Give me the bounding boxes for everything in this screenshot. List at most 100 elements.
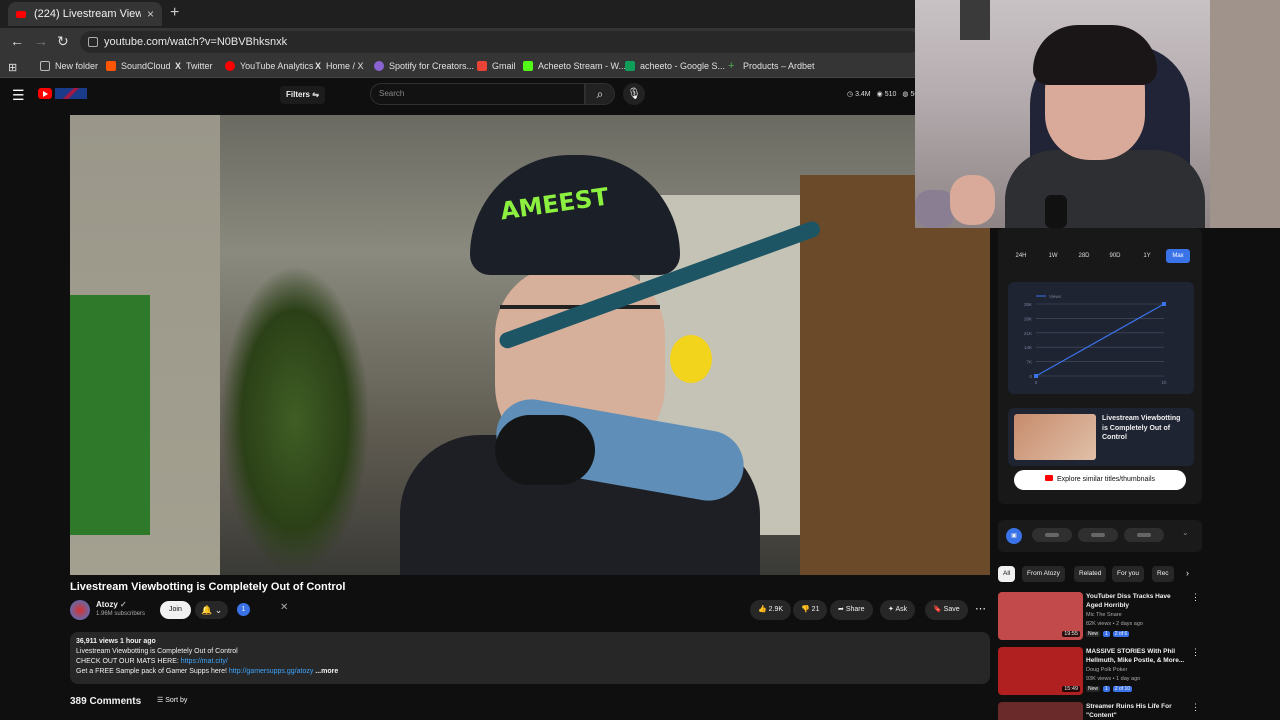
range-max[interactable]: Max bbox=[1166, 249, 1190, 263]
bookmark-ardbet[interactable]: + Products – Ardbet bbox=[728, 61, 815, 72]
chart-y-tick-label: 0 bbox=[1029, 374, 1032, 379]
new-tab-button[interactable]: + bbox=[170, 4, 179, 22]
related-channel: Doug Polk Poker bbox=[1086, 667, 1128, 673]
spotify-icon bbox=[374, 61, 384, 71]
share-label: Share bbox=[845, 606, 865, 613]
extension-pill-2[interactable] bbox=[1078, 528, 1118, 542]
bookmark-label: acheeto - Google S... bbox=[640, 61, 726, 71]
related-tags: New 1 2 of 6 bbox=[1086, 631, 1130, 637]
related-thumbnail[interactable]: 19:55 bbox=[998, 592, 1083, 640]
chart-x-tick-label: 0 bbox=[1035, 380, 1038, 385]
chevron-right-icon[interactable]: › bbox=[1186, 568, 1189, 578]
related-video[interactable]: 15:49 MASSIVE STORIES With Phil Hellmuth… bbox=[998, 647, 1200, 697]
related-video[interactable]: Streamer Ruins His Life For "Content" ⋮ bbox=[998, 702, 1198, 720]
description-more[interactable]: ...more bbox=[315, 668, 338, 675]
bookmark-new-folder[interactable]: New folder bbox=[40, 61, 98, 71]
views-chart-svg: 0 7K 14K 21K 28K 35K 0 1h Views bbox=[1024, 294, 1167, 385]
webcam-scene-shelf bbox=[960, 0, 990, 40]
browser-tab[interactable]: (224) Livestream Viewbotting is × bbox=[8, 2, 162, 26]
filters-button[interactable]: Filters ⇋ bbox=[280, 86, 325, 104]
search-icon: ⌕ bbox=[596, 87, 604, 101]
range-1w[interactable]: 1W bbox=[1042, 249, 1064, 263]
subscriber-count: 1.96M subscribers bbox=[96, 611, 146, 617]
more-options-icon[interactable]: ⋮ bbox=[1191, 702, 1198, 713]
bookmark-label: Twitter bbox=[186, 61, 213, 71]
bookmark-spotify-creators[interactable]: Spotify for Creators... bbox=[374, 61, 474, 71]
save-button[interactable]: 🔖 Save bbox=[925, 600, 968, 620]
description-box[interactable]: 36,911 views 1 hour ago Livestream Viewb… bbox=[70, 632, 990, 684]
tag-new: New bbox=[1086, 686, 1101, 692]
bookmark-twitter[interactable]: X Twitter bbox=[175, 61, 213, 71]
chip-recent[interactable]: Rec bbox=[1152, 566, 1174, 582]
range-1y[interactable]: 1Y bbox=[1136, 249, 1158, 263]
youtube-logo[interactable] bbox=[38, 88, 52, 99]
forward-icon[interactable]: → bbox=[34, 33, 48, 49]
bookmark-soundcloud[interactable]: SoundCloud bbox=[106, 61, 171, 71]
analytics-video-card[interactable]: Livestream Viewbotting is Completely Out… bbox=[1008, 408, 1194, 466]
close-icon[interactable]: ✕ bbox=[280, 602, 288, 613]
search-input[interactable]: Search bbox=[370, 83, 585, 105]
views-chart: 0 7K 14K 21K 28K 35K 0 1h Views bbox=[1008, 282, 1194, 394]
video-player[interactable]: AMEEST bbox=[70, 115, 990, 575]
reload-icon[interactable]: ↻ bbox=[57, 33, 69, 50]
close-tab-icon[interactable]: × bbox=[147, 7, 154, 21]
related-title: Streamer Ruins His Life For "Content" bbox=[1086, 703, 1172, 719]
tag-badge: 1 bbox=[1103, 686, 1110, 692]
extension-logo-icon[interactable]: ▣ bbox=[1006, 528, 1022, 544]
description-link[interactable]: https://mat.city/ bbox=[181, 658, 228, 665]
share-button[interactable]: ➦ Share bbox=[830, 600, 873, 620]
bookmark-home-x[interactable]: X Home / X bbox=[315, 61, 364, 71]
bookmark-google-sheets[interactable]: acheeto - Google S... bbox=[625, 61, 725, 71]
hamburger-menu-icon[interactable]: ☰ bbox=[12, 87, 25, 104]
dislike-button[interactable]: 👎 21 bbox=[793, 600, 828, 620]
range-28d[interactable]: 28D bbox=[1073, 249, 1095, 263]
voice-search-button[interactable]: 🎙 bbox=[623, 83, 645, 105]
back-icon[interactable]: ← bbox=[10, 33, 24, 49]
chip-all[interactable]: All bbox=[998, 566, 1016, 582]
video-scene-plant bbox=[220, 265, 370, 575]
stat-value: 3.4M bbox=[855, 91, 871, 98]
bookmark-youtube-analytics[interactable]: YouTube Analytics bbox=[225, 61, 313, 71]
channel-name[interactable]: Atozy ✓ bbox=[96, 600, 127, 609]
description-link[interactable]: http://gamersupps.gg/atozy bbox=[229, 668, 313, 675]
sort-icon: ☰ bbox=[157, 697, 164, 704]
related-thumbnail[interactable] bbox=[998, 702, 1083, 720]
channel-name-text: Atozy bbox=[96, 600, 118, 609]
join-button[interactable]: Join bbox=[160, 601, 191, 619]
more-options-icon[interactable]: ⋮ bbox=[1191, 647, 1200, 658]
chip-for-you[interactable]: For you bbox=[1112, 566, 1145, 582]
related-thumbnail[interactable]: 15:49 bbox=[998, 647, 1083, 695]
description-line: CHECK OUT OUR MATS HERE: https://mat.cit… bbox=[76, 657, 984, 667]
channel-avatar[interactable] bbox=[70, 600, 90, 620]
related-video[interactable]: 19:55 YouTuber Diss Tracks Have Aged Hor… bbox=[998, 592, 1200, 642]
like-count: 2.9K bbox=[768, 606, 784, 613]
chart-legend-label: Views bbox=[1049, 294, 1062, 299]
extension-badge[interactable]: 1 bbox=[237, 603, 250, 616]
like-button[interactable]: 👍 2.9K bbox=[750, 600, 792, 620]
more-actions-icon[interactable]: ⋯ bbox=[975, 602, 986, 615]
chip-from-atozy[interactable]: From Atozy bbox=[1022, 566, 1065, 582]
chip-related[interactable]: Related bbox=[1074, 566, 1107, 582]
notifications-button[interactable]: 🔔 ⌄ bbox=[195, 601, 229, 619]
bookmark-acheeto-stream[interactable]: Acheeto Stream - W... bbox=[523, 61, 626, 71]
ask-button[interactable]: ✦ Ask bbox=[880, 600, 916, 620]
apps-grid-icon[interactable]: ⊞ bbox=[8, 61, 17, 74]
search-button[interactable]: ⌕ bbox=[585, 83, 615, 105]
explore-similar-button[interactable]: Explore similar titles/thumbnails bbox=[1014, 470, 1186, 490]
range-90d[interactable]: 90D bbox=[1104, 249, 1126, 263]
bookmark-gmail[interactable]: Gmail bbox=[477, 61, 516, 71]
extension-pill-1[interactable] bbox=[1032, 528, 1072, 542]
url-field[interactable]: youtube.com/watch?v=N0BVBhksnxk bbox=[80, 31, 920, 53]
chart-point bbox=[1034, 374, 1038, 378]
site-info-icon[interactable] bbox=[88, 37, 98, 47]
chevron-down-icon: ⌄ bbox=[214, 605, 223, 615]
more-options-icon[interactable]: ⋮ bbox=[1191, 592, 1200, 603]
range-24h[interactable]: 24H bbox=[1010, 249, 1032, 263]
streamer-hair bbox=[1033, 25, 1157, 85]
folder-icon bbox=[40, 61, 50, 71]
bookmark-label: Acheeto Stream - W... bbox=[538, 61, 627, 71]
chevron-down-icon[interactable]: ⌄ bbox=[1182, 528, 1189, 537]
thumbs-up-icon: 👍 bbox=[758, 606, 767, 613]
extension-pill-3[interactable] bbox=[1124, 528, 1164, 542]
sort-by-button[interactable]: ☰ Sort by bbox=[157, 696, 187, 704]
